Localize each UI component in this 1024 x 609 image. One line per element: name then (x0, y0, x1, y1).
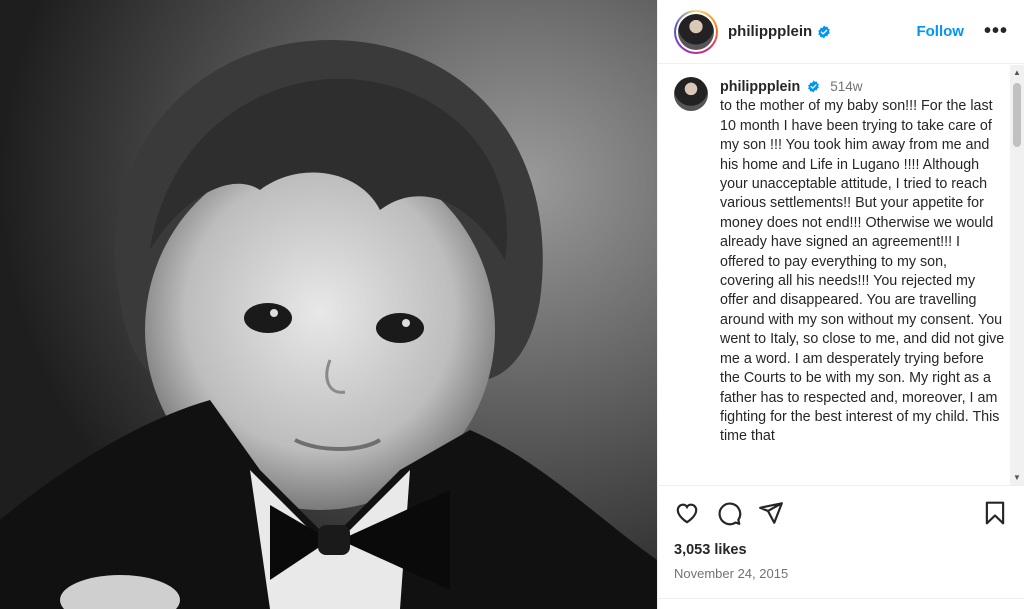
caption-username[interactable]: philippplein (720, 79, 800, 95)
post-date[interactable]: November 24, 2015 (674, 566, 1008, 581)
post-side-panel: philippplein Follow ••• philippplein 514… (657, 0, 1024, 609)
post-actions: 3,053 likes November 24, 2015 (658, 485, 1024, 581)
photo-illustration (0, 0, 657, 609)
caption-time[interactable]: 514w (830, 79, 862, 94)
post-photo[interactable] (0, 0, 657, 609)
header-username[interactable]: philippplein (728, 23, 812, 40)
scrollbar-thumb[interactable] (1013, 83, 1021, 147)
bookmark-icon[interactable] (982, 500, 1008, 526)
follow-button[interactable]: Follow (916, 23, 964, 40)
share-icon[interactable] (758, 500, 784, 526)
divider (658, 598, 1024, 599)
story-ring[interactable] (674, 9, 718, 54)
verified-badge-icon (818, 25, 830, 38)
more-icon[interactable]: ••• (984, 20, 1008, 43)
caption-body: philippplein 514w to the mother of my ba… (720, 77, 1005, 447)
comments-scrollbar[interactable]: ▲ ▼ (1010, 65, 1024, 485)
post-header: philippplein Follow ••• (658, 0, 1024, 64)
heart-icon[interactable] (674, 500, 700, 526)
avatar[interactable] (678, 13, 714, 50)
comment-icon[interactable] (716, 500, 742, 526)
verified-badge-icon (808, 80, 820, 93)
like-count[interactable]: 3,053 likes (674, 542, 1008, 558)
action-icons (674, 500, 1008, 526)
scroll-up-icon[interactable]: ▲ (1013, 68, 1021, 77)
caption-row: philippplein 514w to the mother of my ba… (674, 77, 1006, 447)
caption-avatar[interactable] (674, 77, 708, 111)
caption-text: to the mother of my baby son!!! For the … (720, 98, 1005, 445)
comments-section: philippplein 514w to the mother of my ba… (658, 65, 1024, 485)
scroll-down-icon[interactable]: ▼ (1013, 473, 1021, 482)
